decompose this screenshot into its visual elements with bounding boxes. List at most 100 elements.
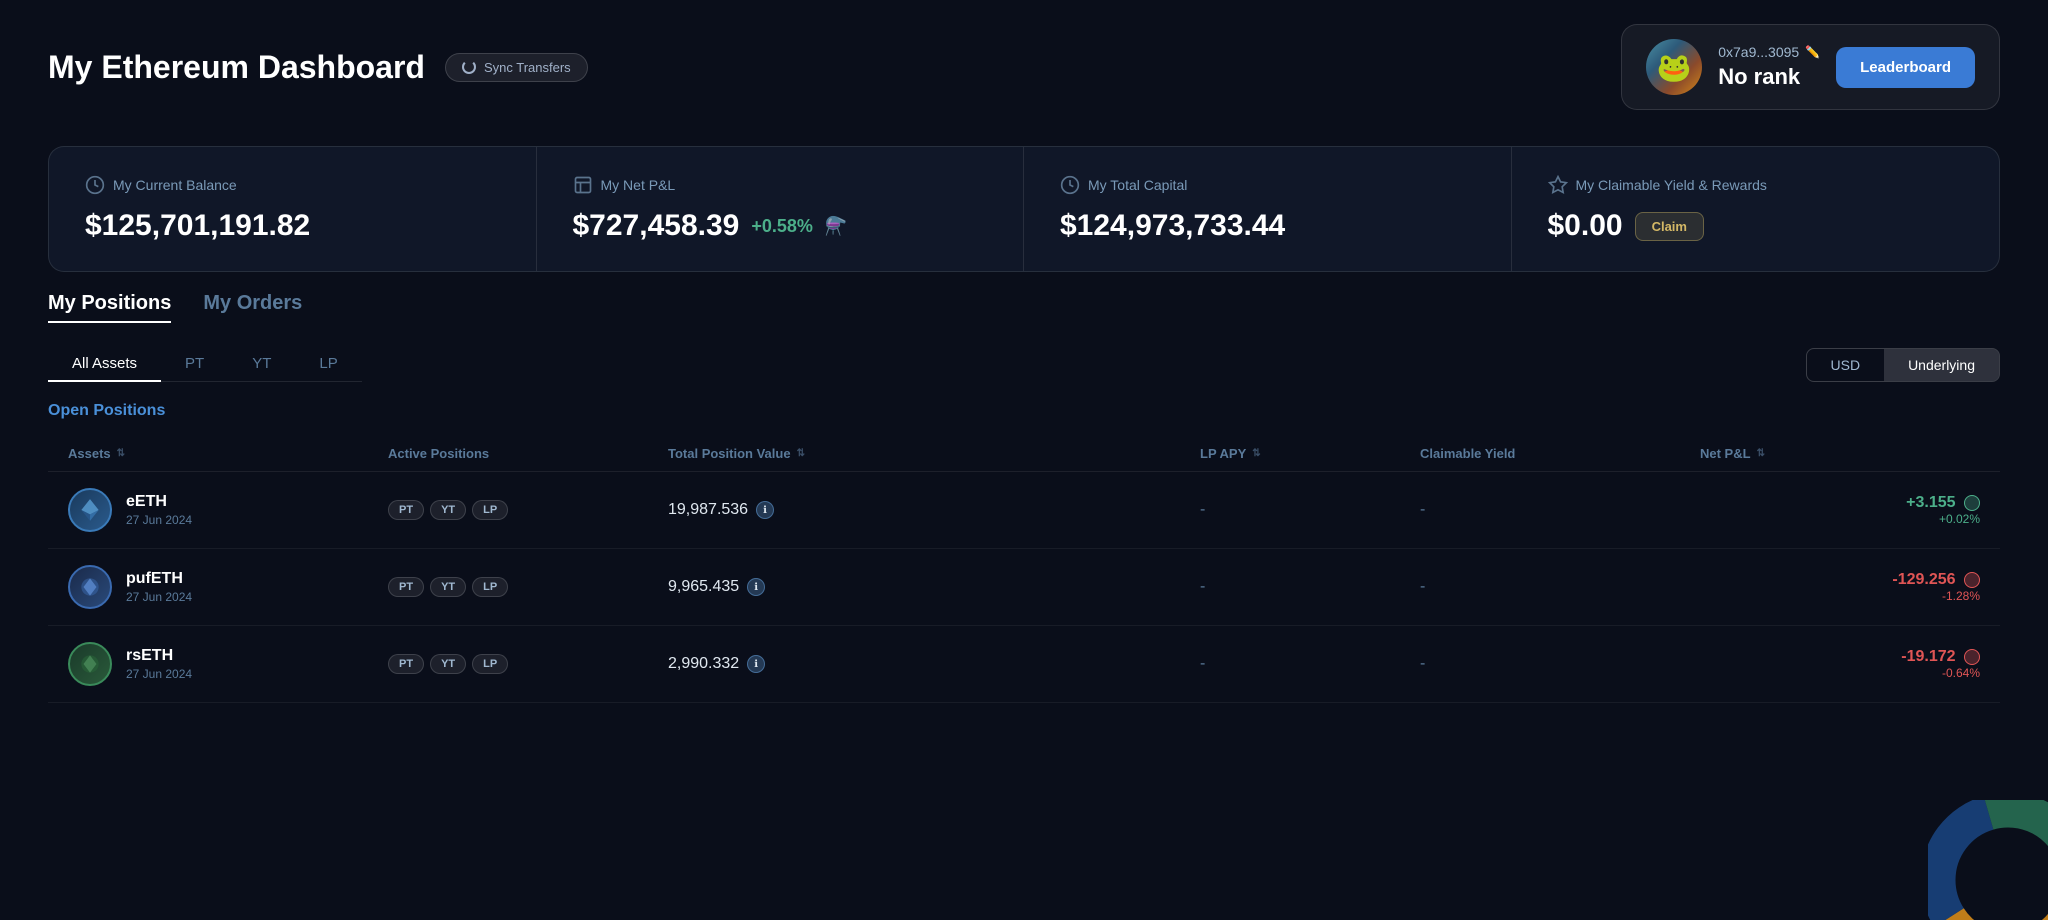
pnl-pct-rseth: -0.64% xyxy=(1700,666,1980,680)
pnl-chart-icon xyxy=(573,175,593,195)
th-net-pnl: Net P&L ⇅ xyxy=(1700,446,1980,461)
pnl-value-eeth: +3.155 xyxy=(1906,494,1955,511)
filter-pt[interactable]: PT xyxy=(161,347,228,382)
tag-lp-rseth[interactable]: LP xyxy=(472,654,508,674)
filter-lp[interactable]: LP xyxy=(295,347,361,382)
capital-icon xyxy=(1060,175,1080,195)
profile-area: 🐸 0x7a9...3095 ✏️ No rank Leaderboard xyxy=(1621,24,2000,110)
view-toggle: USD Underlying xyxy=(1806,348,2001,382)
value-info-icon-rseth[interactable]: ℹ xyxy=(747,655,765,673)
sync-label: Sync Transfers xyxy=(484,60,571,75)
position-value-pufeth: 9,965.435 ℹ xyxy=(668,578,1200,596)
pnl-pct-eeth: +0.02% xyxy=(1700,512,1980,526)
avatar: 🐸 xyxy=(1646,39,1702,95)
stat-card-yield: My Claimable Yield & Rewards $0.00 Claim xyxy=(1512,147,2000,271)
sort-icon-assets[interactable]: ⇅ xyxy=(117,448,125,459)
tag-lp-pufeth[interactable]: LP xyxy=(472,577,508,597)
position-tags-eeth: PT YT LP xyxy=(388,500,668,520)
table-row[interactable]: pufETH 27 Jun 2024 PT YT LP 9,965.435 ℹ … xyxy=(48,549,2000,626)
asset-cell-pufeth: pufETH 27 Jun 2024 xyxy=(68,565,388,609)
stat-label-capital: My Total Capital xyxy=(1060,175,1475,195)
view-underlying-button[interactable]: Underlying xyxy=(1884,349,1999,381)
sort-icon-lp-apy[interactable]: ⇅ xyxy=(1252,448,1260,459)
tag-yt-pufeth[interactable]: YT xyxy=(430,577,466,597)
value-info-icon-pufeth[interactable]: ℹ xyxy=(747,578,765,596)
stat-card-capital: My Total Capital $124,973,733.44 xyxy=(1024,147,1512,271)
asset-date-rseth: 27 Jun 2024 xyxy=(126,667,192,681)
table-header: Assets ⇅ Active Positions Total Position… xyxy=(48,436,2000,472)
claimable-yield-eeth: - xyxy=(1420,501,1700,519)
asset-date-eeth: 27 Jun 2024 xyxy=(126,513,192,527)
sort-icon-pnl[interactable]: ⇅ xyxy=(1757,448,1765,459)
stat-label-balance: My Current Balance xyxy=(85,175,500,195)
asset-name-rseth: rsETH xyxy=(126,647,192,665)
pnl-cell-rseth: -19.172 -0.64% xyxy=(1700,648,1980,680)
pnl-value-rseth: -19.172 xyxy=(1901,648,1955,665)
stat-value-pnl: $727,458.39 +0.58% ⚗️ xyxy=(573,209,988,243)
positions-tabs: My Positions My Orders xyxy=(48,292,2000,323)
open-positions-label: Open Positions xyxy=(48,402,2000,420)
pufeth-logo xyxy=(68,565,112,609)
th-active-positions: Active Positions xyxy=(388,446,668,461)
sync-button[interactable]: Sync Transfers xyxy=(445,53,588,82)
stat-value-balance: $125,701,191.82 xyxy=(85,209,500,243)
pnl-direction-icon-rseth xyxy=(1964,649,1980,665)
pnl-value-pufeth: -129.256 xyxy=(1892,571,1955,588)
pnl-direction-icon-eeth xyxy=(1964,495,1980,511)
rseth-logo xyxy=(68,642,112,686)
stats-row: My Current Balance $125,701,191.82 My Ne… xyxy=(48,146,2000,272)
header-left: My Ethereum Dashboard Sync Transfers xyxy=(48,49,588,86)
tag-pt-eeth[interactable]: PT xyxy=(388,500,424,520)
pnl-cell-eeth: +3.155 +0.02% xyxy=(1700,494,1980,526)
tab-my-positions[interactable]: My Positions xyxy=(48,292,171,323)
table-row[interactable]: rsETH 27 Jun 2024 PT YT LP 2,990.332 ℹ -… xyxy=(48,626,2000,703)
filter-yt[interactable]: YT xyxy=(228,347,295,382)
tag-pt-pufeth[interactable]: PT xyxy=(388,577,424,597)
lp-apy-rseth: - xyxy=(1200,655,1420,673)
balance-icon xyxy=(85,175,105,195)
view-usd-button[interactable]: USD xyxy=(1807,349,1885,381)
edit-icon[interactable]: ✏️ xyxy=(1805,45,1820,59)
th-total-value: Total Position Value ⇅ xyxy=(668,446,1200,461)
tab-my-orders[interactable]: My Orders xyxy=(203,292,302,323)
positions-section: My Positions My Orders All Assets PT YT … xyxy=(48,292,2000,703)
tag-yt-eeth[interactable]: YT xyxy=(430,500,466,520)
yield-icon xyxy=(1548,175,1568,195)
asset-filters: All Assets PT YT LP xyxy=(48,347,362,382)
asset-cell-eeth: eETH 27 Jun 2024 xyxy=(68,488,388,532)
flask-icon: ⚗️ xyxy=(825,216,847,237)
tag-pt-rseth[interactable]: PT xyxy=(388,654,424,674)
value-info-icon-eeth[interactable]: ℹ xyxy=(756,501,774,519)
asset-cell-rseth: rsETH 27 Jun 2024 xyxy=(68,642,388,686)
stat-value-capital: $124,973,733.44 xyxy=(1060,209,1475,243)
page-title: My Ethereum Dashboard xyxy=(48,49,425,86)
leaderboard-button[interactable]: Leaderboard xyxy=(1836,47,1975,88)
wallet-address: 0x7a9...3095 ✏️ xyxy=(1718,44,1820,60)
position-value-eeth: 19,987.536 ℹ xyxy=(668,501,1200,519)
profile-info: 0x7a9...3095 ✏️ No rank xyxy=(1718,44,1820,90)
stat-card-balance: My Current Balance $125,701,191.82 xyxy=(49,147,537,271)
sync-icon xyxy=(462,60,476,74)
asset-info-pufeth: pufETH 27 Jun 2024 xyxy=(126,570,192,604)
tag-yt-rseth[interactable]: YT xyxy=(430,654,466,674)
stat-label-yield: My Claimable Yield & Rewards xyxy=(1548,175,1964,195)
lp-apy-eeth: - xyxy=(1200,501,1420,519)
rank-text: No rank xyxy=(1718,64,1820,90)
filter-row: All Assets PT YT LP USD Underlying xyxy=(48,347,2000,382)
pie-decoration xyxy=(1928,800,2048,920)
pnl-positive-badge: +0.58% xyxy=(751,216,813,237)
tag-lp-eeth[interactable]: LP xyxy=(472,500,508,520)
th-claimable-yield: Claimable Yield xyxy=(1420,446,1700,461)
table-row[interactable]: eETH 27 Jun 2024 PT YT LP 19,987.536 ℹ -… xyxy=(48,472,2000,549)
position-tags-rseth: PT YT LP xyxy=(388,654,668,674)
stat-value-yield: $0.00 Claim xyxy=(1548,209,1964,243)
claimable-yield-pufeth: - xyxy=(1420,578,1700,596)
asset-name-pufeth: pufETH xyxy=(126,570,192,588)
asset-name-eeth: eETH xyxy=(126,493,192,511)
filter-all-assets[interactable]: All Assets xyxy=(48,347,161,382)
claimable-yield-rseth: - xyxy=(1420,655,1700,673)
stat-card-pnl: My Net P&L $727,458.39 +0.58% ⚗️ xyxy=(537,147,1025,271)
lp-apy-pufeth: - xyxy=(1200,578,1420,596)
claim-button[interactable]: Claim xyxy=(1635,212,1704,241)
sort-icon-value[interactable]: ⇅ xyxy=(797,448,805,459)
